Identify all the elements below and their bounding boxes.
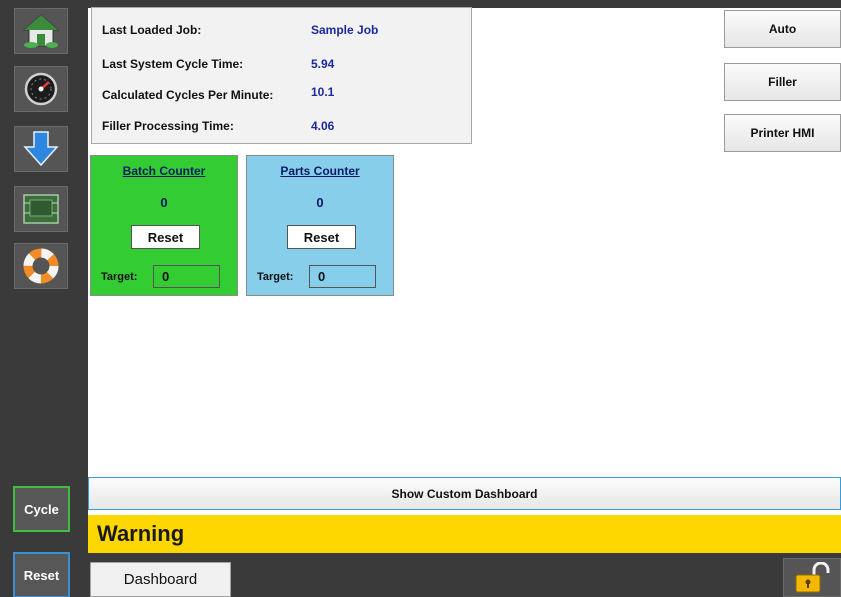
printer-hmi-button[interactable]: Printer HMI — [724, 114, 841, 152]
home-nav-button[interactable] — [14, 8, 68, 54]
batch-target-label: Target: — [101, 271, 138, 283]
cpu-nav-button[interactable] — [14, 186, 68, 232]
lock-button[interactable] — [783, 558, 841, 597]
dashboard-tab[interactable]: Dashboard — [90, 562, 231, 597]
last-cycle-time-label: Last System Cycle Time: — [102, 57, 244, 71]
show-custom-dashboard-button[interactable]: Show Custom Dashboard — [88, 477, 841, 510]
home-icon — [22, 14, 60, 48]
cycle-button[interactable]: Cycle — [13, 486, 70, 532]
batch-counter-title: Batch Counter — [122, 164, 206, 178]
download-nav-button[interactable] — [14, 126, 68, 172]
cycles-per-minute-value: 10.1 — [311, 85, 335, 99]
parts-counter-value: 0 — [316, 195, 324, 210]
cycles-per-minute-label: Calculated Cycles Per Minute: — [102, 88, 274, 102]
reset-button[interactable]: Reset — [13, 552, 70, 597]
batch-counter-panel: Batch Counter 0 Reset Target: — [90, 155, 238, 296]
filler-processing-value: 4.06 — [311, 119, 335, 133]
bottom-bar: Dashboard — [88, 553, 841, 597]
batch-counter-value: 0 — [160, 195, 168, 210]
job-info-panel: Last Loaded Job: Sample Job Last System … — [91, 7, 472, 144]
last-loaded-job-label: Last Loaded Job: — [102, 23, 202, 37]
last-loaded-job-value: Sample Job — [311, 23, 379, 37]
warning-text: Warning — [97, 521, 185, 546]
filler-processing-label: Filler Processing Time: — [102, 119, 234, 133]
parts-target-label: Target: — [257, 271, 294, 283]
filler-button[interactable]: Filler — [724, 63, 841, 101]
batch-target-input[interactable] — [153, 265, 220, 288]
last-cycle-time-value: 5.94 — [311, 57, 335, 71]
unlocked-padlock-icon — [795, 561, 830, 592]
parts-counter-panel: Parts Counter 0 Reset Target: — [246, 155, 394, 296]
download-arrow-icon — [23, 131, 59, 167]
parts-reset-button[interactable]: Reset — [287, 225, 356, 249]
batch-reset-button[interactable]: Reset — [131, 225, 200, 249]
sidebar: Cycle Reset — [0, 0, 88, 597]
parts-counter-title: Parts Counter — [280, 164, 360, 178]
lifebuoy-icon — [23, 248, 59, 284]
help-nav-button[interactable] — [14, 243, 68, 289]
gauge-icon — [24, 72, 58, 106]
gauge-nav-button[interactable] — [14, 66, 68, 112]
warning-bar: Warning — [88, 515, 841, 553]
parts-target-input[interactable] — [309, 265, 376, 288]
auto-button[interactable]: Auto — [724, 10, 841, 48]
cpu-chip-icon — [23, 194, 59, 224]
